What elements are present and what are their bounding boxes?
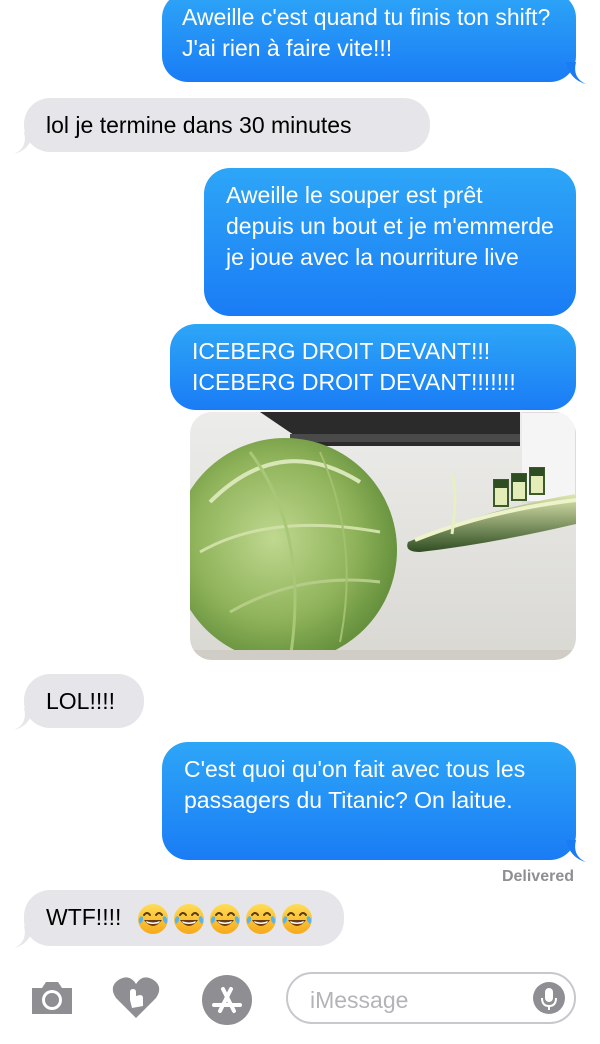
bubble-tail	[14, 708, 34, 730]
bubble-tail	[566, 840, 586, 862]
tears-of-joy-emoji	[172, 902, 206, 936]
tears-of-joy-emoji	[280, 902, 314, 936]
bubble-tail	[14, 926, 34, 948]
tears-of-joy-emoji	[208, 902, 242, 936]
camera-icon[interactable]	[28, 978, 76, 1018]
message-bubble-incoming[interactable]: lol je termine dans 30 minutes	[24, 98, 430, 152]
microphone-icon[interactable]	[532, 981, 566, 1015]
message-text: C'est quoi qu'on fait avec tous les pass…	[184, 756, 526, 813]
message-text: lol je termine dans 30 minutes	[46, 112, 352, 138]
message-bubble-outgoing[interactable]: Aweille c'est quand tu finis ton shift? …	[162, 0, 576, 82]
message-text: Aweille c'est quand tu finis ton shift? …	[182, 4, 551, 61]
bubble-tail	[566, 62, 586, 84]
message-input[interactable]	[308, 984, 532, 1016]
bubble-tail	[14, 132, 34, 154]
message-bubble-incoming[interactable]: LOL!!!!	[24, 674, 144, 728]
emoji-row	[136, 902, 314, 936]
message-bubble-outgoing[interactable]: ICEBERG DROIT DEVANT!!! ICEBERG DROIT DE…	[170, 324, 576, 410]
tears-of-joy-emoji	[136, 902, 170, 936]
message-text: WTF!!!!	[46, 904, 122, 931]
digital-touch-heart-icon[interactable]	[110, 974, 162, 1022]
photo-message[interactable]	[190, 412, 576, 660]
message-bubble-outgoing[interactable]: Aweille le souper est prêt depuis un bou…	[204, 168, 576, 316]
app-store-icon[interactable]	[200, 973, 254, 1027]
delivered-status: Delivered	[501, 868, 574, 885]
message-bubble-incoming[interactable]: WTF!!!!	[24, 890, 344, 946]
message-text: ICEBERG DROIT DEVANT!!! ICEBERG DROIT DE…	[192, 338, 516, 395]
tears-of-joy-emoji	[244, 902, 278, 936]
message-text: LOL!!!!	[46, 688, 116, 714]
message-bubble-outgoing[interactable]: C'est quoi qu'on fait avec tous les pass…	[162, 742, 576, 860]
lettuce-iceberg-and-cucumber-titanic-photo	[190, 412, 576, 660]
message-input-field[interactable]	[286, 972, 576, 1024]
message-text: Aweille le souper est prêt depuis un bou…	[226, 182, 554, 270]
